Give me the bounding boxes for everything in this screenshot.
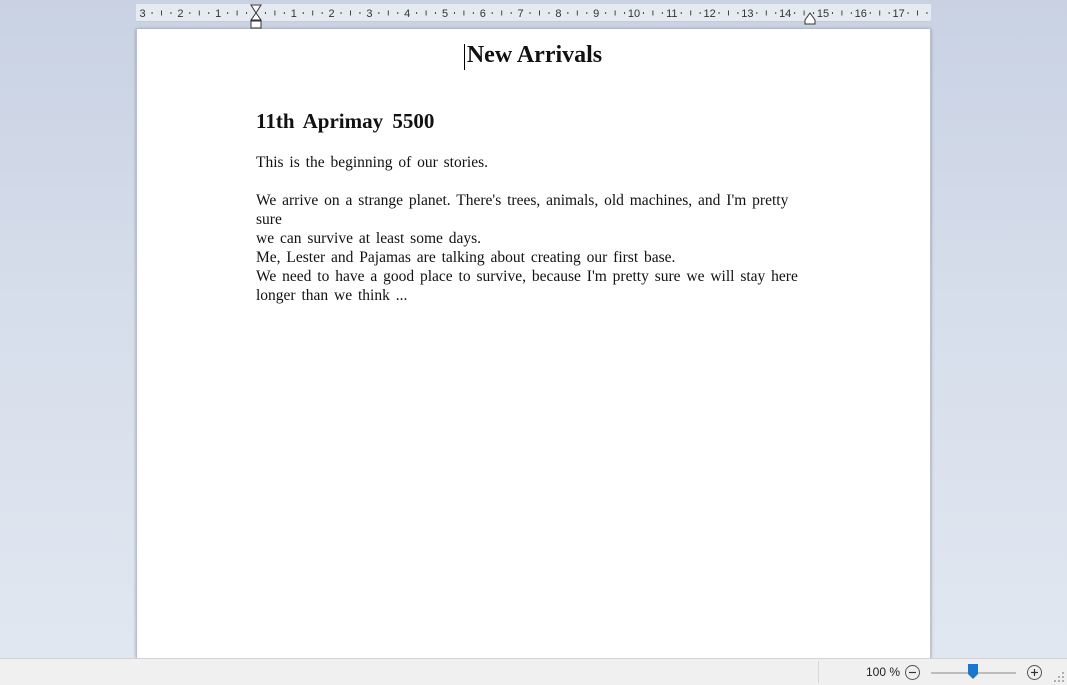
story-line: longer than we think ... — [256, 287, 408, 304]
ruler-number: 2 — [177, 8, 183, 20]
zoom-slider-thumb[interactable] — [968, 664, 978, 679]
left-indent-marker[interactable] — [250, 4, 262, 29]
ruler-number: 9 — [593, 8, 599, 20]
entry-heading: 11th Aprimay 5500 — [256, 109, 435, 133]
intro-paragraph: This is the beginning of our stories. — [256, 154, 488, 171]
ruler-number: 14 — [779, 8, 791, 20]
status-divider — [818, 661, 819, 683]
story-line: we can survive at least some days. — [256, 230, 482, 247]
story-paragraph: We arrive on a strange planet. There's t… — [256, 191, 816, 305]
ruler-number: 17 — [892, 8, 904, 20]
ruler-number: 13 — [741, 8, 753, 20]
ruler-number: 3 — [140, 8, 146, 20]
resize-grip-icon[interactable] — [1053, 671, 1065, 683]
ruler-number: 2 — [329, 8, 335, 20]
ruler-number: 1 — [291, 8, 297, 20]
story-line: We arrive on a strange planet. There's t… — [256, 192, 789, 228]
text-cursor — [464, 44, 465, 70]
right-indent-marker[interactable] — [804, 12, 816, 25]
ruler-number: 10 — [628, 8, 640, 20]
ruler-number: 15 — [817, 8, 829, 20]
minus-icon — [909, 671, 916, 674]
ruler-number: 11 — [666, 8, 677, 20]
plus-icon — [1031, 669, 1038, 676]
document-page[interactable]: New Arrivals 11th Aprimay 5500 This is t… — [136, 29, 931, 658]
ruler-number: 12 — [703, 8, 715, 20]
ruler-number: 16 — [855, 8, 867, 20]
ruler-number: 6 — [480, 8, 486, 20]
ruler-number: 4 — [404, 8, 410, 20]
zoom-in-button[interactable] — [1027, 665, 1042, 680]
zoom-out-button[interactable] — [905, 665, 920, 680]
ruler-number: 3 — [366, 8, 372, 20]
ruler-number: 7 — [518, 8, 524, 20]
document-title: New Arrivals — [466, 42, 603, 68]
ruler-number: 1 — [215, 8, 221, 20]
story-line: Me, Lester and Pajamas are talking about… — [256, 249, 676, 266]
ruler-number: 8 — [555, 8, 561, 20]
ruler-number: 5 — [442, 8, 448, 20]
story-line: We need to have a good place to survive,… — [256, 268, 798, 285]
ruler-scale: 3 2 1 1 2 3 4 5 6 7 8 9 10 11 12 13 14 15 16 17 — [140, 4, 928, 29]
status-bar: 100 % — [0, 658, 1067, 685]
horizontal-ruler[interactable]: 3 2 1 1 2 3 4 5 6 7 8 9 10 11 12 13 14 15 16 17 — [136, 4, 931, 29]
zoom-level[interactable]: 100 % — [866, 665, 900, 679]
